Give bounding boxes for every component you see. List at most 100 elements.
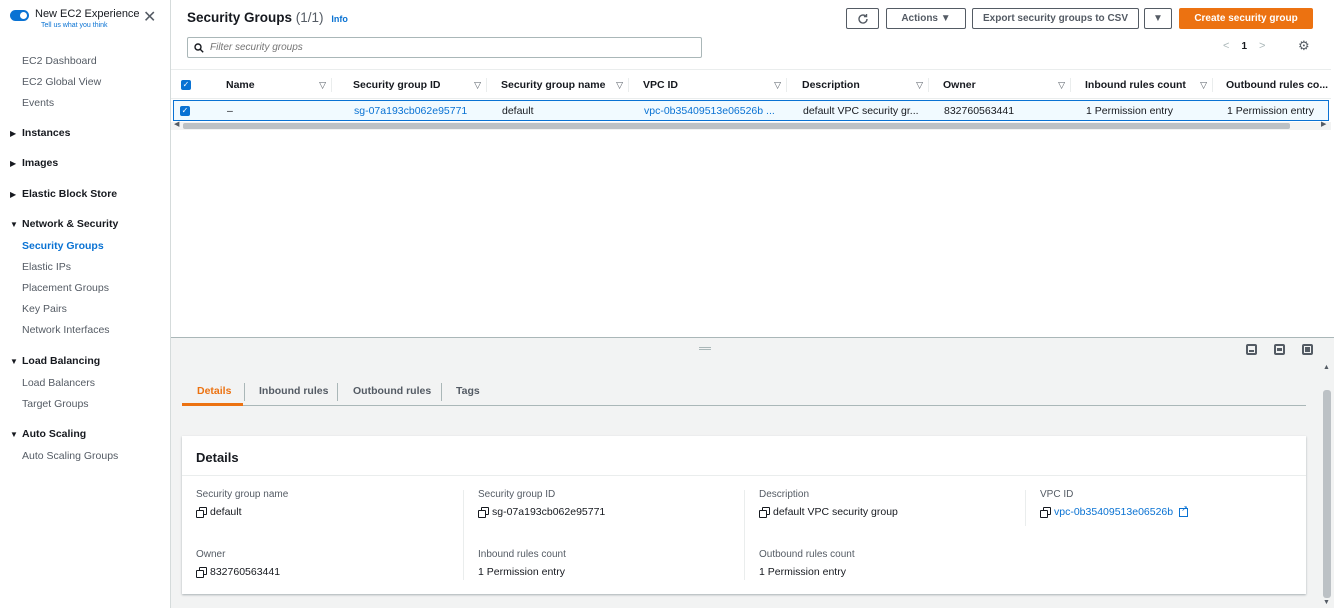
copy-icon[interactable] [759, 507, 770, 518]
sidebar-category-load-balancing[interactable]: ▼ Load Balancing [10, 355, 100, 367]
cell-vpc-id-link[interactable]: vpc-0b35409513e06526b ... [638, 101, 788, 120]
field-sg-id: Security group ID sg-07a193cb062e95771 [478, 489, 606, 518]
external-link-icon[interactable] [1179, 504, 1189, 517]
actions-button[interactable]: Actions ▼ [886, 8, 966, 29]
cell-name: – [227, 104, 233, 117]
scrollbar-thumb[interactable] [1323, 390, 1331, 598]
sidebar-item-elastic-ips[interactable]: Elastic IPs [22, 261, 71, 273]
close-icon[interactable]: ✕ [143, 10, 156, 26]
row-checkbox[interactable]: ✓ [180, 101, 210, 120]
checkbox-checked-icon: ✓ [181, 80, 191, 90]
caret-right-icon: ▶ [10, 159, 17, 168]
sort-icon: ▽ [774, 79, 781, 90]
sidebar-item-ec2-global-view[interactable]: EC2 Global View [22, 76, 101, 88]
sidebar-category-network-security[interactable]: ▼ Network & Security [10, 218, 118, 230]
split-bottom-view-icon[interactable] [1246, 344, 1257, 355]
checkbox-checked-icon: ✓ [180, 105, 190, 116]
sidebar-item-ec2-dashboard[interactable]: EC2 Dashboard [22, 55, 97, 67]
sidebar-item-load-balancers[interactable]: Load Balancers [22, 377, 95, 389]
scroll-up-icon[interactable]: ▲ [1323, 364, 1330, 371]
scrollbar-thumb[interactable] [183, 123, 1290, 129]
sidebar: New EC2 Experience Tell us what you thin… [0, 0, 171, 608]
scroll-down-icon[interactable]: ▼ [1323, 599, 1330, 606]
caret-right-icon: ▶ [10, 190, 17, 199]
column-header-description[interactable]: Description ▽ [796, 70, 929, 100]
drag-handle-icon[interactable] [699, 347, 711, 350]
column-header-sg-id[interactable]: Security group ID ▽ [347, 70, 487, 100]
export-csv-button[interactable]: Export security groups to CSV [972, 8, 1139, 29]
create-security-group-button[interactable]: Create security group [1179, 8, 1313, 29]
refresh-icon [857, 13, 868, 24]
vertical-scrollbar[interactable]: ▲ ▼ [1320, 362, 1334, 608]
page-number[interactable]: 1 [1241, 41, 1247, 52]
tab-outbound-rules[interactable]: Outbound rules [353, 376, 431, 406]
refresh-button[interactable] [846, 8, 879, 29]
sidebar-item-auto-scaling-groups[interactable]: Auto Scaling Groups [22, 450, 118, 462]
security-groups-panel: Security Groups (1/1) Info Actions ▼ Exp… [171, 0, 1334, 337]
copy-icon[interactable] [196, 567, 207, 578]
column-header-inbound-rules[interactable]: Inbound rules count ▽ [1079, 70, 1213, 100]
copy-icon[interactable] [196, 507, 207, 518]
selection-count: (1/1) [295, 10, 324, 25]
caret-down-icon: ▼ [10, 430, 18, 439]
tab-inbound-rules[interactable]: Inbound rules [259, 376, 328, 406]
caret-down-icon: ▼ [10, 220, 18, 229]
chevron-left-icon[interactable]: < [1223, 40, 1229, 52]
sort-icon: ▽ [916, 79, 923, 90]
field-outbound-rules-count: Outbound rules count 1 Permission entry [759, 549, 855, 578]
sort-icon: ▽ [1058, 79, 1065, 90]
field-sg-name: Security group name default [196, 489, 289, 518]
column-header-name[interactable]: Name ▽ [220, 70, 332, 100]
chevron-right-icon[interactable]: > [1259, 40, 1265, 52]
sidebar-category-ebs[interactable]: ▶ Elastic Block Store [10, 188, 117, 200]
horizontal-scrollbar[interactable]: ◀ ▶ [171, 120, 1331, 130]
active-tab-indicator [182, 403, 243, 406]
sidebar-item-target-groups[interactable]: Target Groups [22, 398, 89, 410]
sort-icon: ▽ [319, 79, 326, 90]
tab-details[interactable]: Details [197, 376, 231, 406]
info-link[interactable]: Info [331, 14, 348, 24]
sort-icon: ▽ [616, 79, 623, 90]
new-experience-toggle[interactable]: New EC2 Experience Tell us what you thin… [10, 8, 140, 30]
fullscreen-view-icon[interactable] [1302, 344, 1313, 355]
scroll-right-icon[interactable]: ▶ [1321, 120, 1326, 128]
field-description: Description default VPC security group [759, 489, 898, 518]
cell-owner: 832760563441 [944, 104, 1015, 117]
search-box[interactable] [187, 37, 702, 58]
sidebar-item-key-pairs[interactable]: Key Pairs [22, 303, 67, 315]
cell-inbound-rules: 1 Permission entry [1086, 104, 1173, 117]
field-inbound-rules-count: Inbound rules count 1 Permission entry [478, 549, 566, 578]
copy-icon[interactable] [478, 507, 489, 518]
sidebar-item-events[interactable]: Events [22, 97, 54, 109]
column-header-sg-name[interactable]: Security group name ▽ [495, 70, 629, 100]
export-dropdown-button[interactable]: ▼ [1144, 8, 1172, 29]
tab-tags[interactable]: Tags [456, 376, 480, 406]
sidebar-item-network-interfaces[interactable]: Network Interfaces [22, 324, 110, 336]
sidebar-category-images[interactable]: ▶ Images [10, 157, 58, 169]
cell-sg-id-link[interactable]: sg-07a193cb062e95771 [348, 101, 488, 120]
toggle-switch-icon[interactable] [10, 10, 29, 21]
caret-down-icon: ▼ [10, 357, 18, 366]
sidebar-item-security-groups[interactable]: Security Groups [22, 240, 104, 252]
split-side-view-icon[interactable] [1274, 344, 1285, 355]
gear-icon[interactable]: ⚙ [1298, 38, 1310, 54]
table-header: ✓ Name ▽ Security group ID ▽ Security grou… [171, 69, 1331, 99]
sidebar-category-auto-scaling[interactable]: ▼ Auto Scaling [10, 428, 86, 440]
search-icon [194, 42, 204, 53]
column-header-owner[interactable]: Owner ▽ [937, 70, 1071, 100]
search-input[interactable] [210, 42, 690, 53]
copy-icon[interactable] [1040, 507, 1051, 518]
table-row[interactable]: ✓ – sg-07a193cb062e95771 default vpc-0b3… [173, 100, 1329, 121]
field-owner: Owner 832760563441 [196, 549, 281, 578]
column-header-vpc-id[interactable]: VPC ID ▽ [637, 70, 787, 100]
scroll-left-icon[interactable]: ◀ [174, 120, 179, 128]
feedback-link[interactable]: Tell us what you think [41, 21, 140, 30]
select-all-checkbox[interactable]: ✓ [181, 70, 211, 100]
page-title: Security Groups (1/1) Info [187, 10, 348, 25]
caret-right-icon: ▶ [10, 129, 17, 138]
sidebar-item-placement-groups[interactable]: Placement Groups [22, 282, 109, 294]
vpc-id-link[interactable]: vpc-0b35409513e06526b [1054, 506, 1173, 518]
details-card-title: Details [196, 450, 239, 465]
sidebar-category-instances[interactable]: ▶ Instances [10, 127, 70, 139]
column-header-outbound-rules[interactable]: Outbound rules co... [1220, 70, 1331, 100]
